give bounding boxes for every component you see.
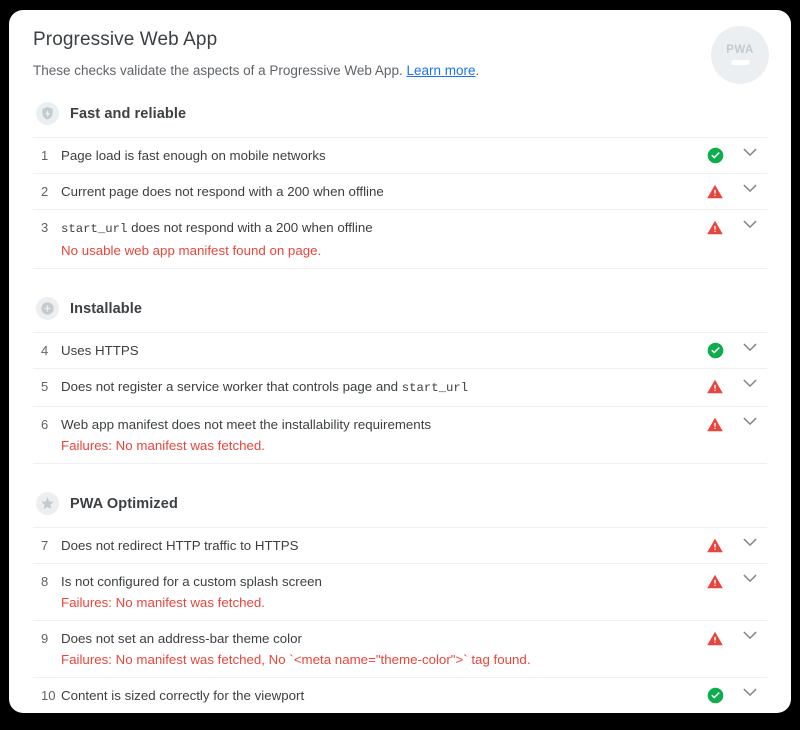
audit-failure-detail: Failures: No manifest was fetched. <box>61 595 265 610</box>
row-content: Does not redirect HTTP traffic to HTTPS <box>61 536 697 555</box>
row-content: Current page does not respond with a 200… <box>61 182 697 201</box>
section-header: PWA Optimized <box>33 484 767 527</box>
learn-more-link[interactable]: Learn more <box>406 63 475 78</box>
status-badge-fail <box>697 218 733 236</box>
audit-title: Page load is fast enough on mobile netwo… <box>61 148 326 163</box>
table-row[interactable]: 7 Does not redirect HTTP traffic to HTTPS <box>33 527 767 563</box>
row-index: 9 <box>41 631 49 646</box>
row-index: 1 <box>41 148 49 163</box>
chevron-down-icon[interactable] <box>733 536 767 547</box>
page-description: These checks validate the aspects of a P… <box>33 62 767 80</box>
audit-title: Is not configured for a custom splash sc… <box>61 574 322 589</box>
table-row[interactable]: 6 Web app manifest does not meet the inst… <box>33 406 767 463</box>
screenshot-stage: Progressive Web App These checks validat… <box>0 0 800 730</box>
row-index: 7 <box>41 538 49 553</box>
page-description-text: These checks validate the aspects of a P… <box>33 63 407 78</box>
audit-row-list: 7 Does not redirect HTTP traffic to HTTPS… <box>33 527 767 713</box>
table-row[interactable]: 5 Does not register a service worker that… <box>33 368 767 406</box>
inline-code: start_url <box>401 381 469 395</box>
plus-circle-icon <box>36 297 59 320</box>
status-badge-fail <box>697 415 733 433</box>
table-row[interactable]: 4 Uses HTTPS <box>33 332 767 368</box>
row-content: Does not set an address-bar theme color F… <box>61 629 697 669</box>
row-index: 3 <box>41 220 49 235</box>
audit-title: start_url does not respond with a 200 wh… <box>61 220 373 236</box>
inline-code: start_url <box>61 222 128 236</box>
chevron-down-icon[interactable] <box>733 182 767 193</box>
section-title: Fast and reliable <box>70 105 187 122</box>
table-row[interactable]: 3 start_url does not respond with a 200 w… <box>33 209 767 268</box>
audit-row-list: 1 Page load is fast enough on mobile netw… <box>33 137 767 268</box>
table-row[interactable]: 8 Is not configured for a custom splash s… <box>33 563 767 620</box>
chevron-down-icon[interactable] <box>733 218 767 229</box>
pwa-badge-dash <box>730 60 750 65</box>
audit-failure-detail: No usable web app manifest found on page… <box>61 243 322 258</box>
section-fast-and-reliable: Fast and reliable 1 Page load is fast enou… <box>33 94 767 287</box>
audit-title: Web app manifest does not meet the insta… <box>61 417 432 432</box>
status-badge-fail <box>697 182 733 200</box>
section-title: Installable <box>70 300 143 317</box>
section-header: Fast and reliable <box>33 94 767 137</box>
chevron-down-icon[interactable] <box>733 146 767 157</box>
page-description-suffix: . <box>475 63 480 78</box>
table-row[interactable]: 1 Page load is fast enough on mobile netw… <box>33 137 767 173</box>
chevron-down-icon[interactable] <box>733 686 767 697</box>
chevron-down-icon[interactable] <box>733 377 767 388</box>
row-content: Page load is fast enough on mobile netwo… <box>61 146 697 165</box>
page-title: Progressive Web App <box>33 29 218 50</box>
status-badge-fail <box>697 629 733 647</box>
table-row[interactable]: 9 Does not set an address-bar theme color… <box>33 620 767 677</box>
audit-title: Does not register a service worker that … <box>61 379 469 395</box>
status-badge-fail <box>697 572 733 590</box>
row-content: Does not register a service worker that … <box>61 377 697 398</box>
row-content: Content is sized correctly for the viewp… <box>61 686 697 705</box>
audit-failure-detail: Failures: No manifest was fetched, No `<… <box>61 652 531 667</box>
row-content: start_url does not respond with a 200 wh… <box>61 218 697 260</box>
row-index: 10 <box>41 688 56 703</box>
bolt-shield-icon <box>36 102 59 125</box>
audit-title: Does not set an address-bar theme color <box>61 631 302 646</box>
table-row[interactable]: 2 Current page does not respond with a 20… <box>33 173 767 209</box>
pwa-report-card: Progressive Web App These checks validat… <box>9 10 791 713</box>
status-badge-pass <box>697 341 733 359</box>
status-badge-pass <box>697 686 733 704</box>
chevron-down-icon[interactable] <box>733 341 767 352</box>
status-badge-fail <box>697 536 733 554</box>
chevron-down-icon[interactable] <box>733 629 767 640</box>
pwa-badge-label: PWA <box>726 44 754 56</box>
row-content: Uses HTTPS <box>61 341 697 360</box>
section-header: Installable <box>33 289 767 332</box>
audit-title: Current page does not respond with a 200… <box>61 184 384 199</box>
star-icon <box>36 492 59 515</box>
row-index: 8 <box>41 574 49 589</box>
audit-title: Content is sized correctly for the viewp… <box>61 688 305 703</box>
audit-title: Does not redirect HTTP traffic to HTTPS <box>61 538 299 553</box>
row-content: Is not configured for a custom splash sc… <box>61 572 697 612</box>
row-index: 5 <box>41 379 49 394</box>
chevron-down-icon[interactable] <box>733 415 767 426</box>
audit-row-list: 4 Uses HTTPS 5 Does not register a service … <box>33 332 767 463</box>
report-header: Progressive Web App These checks validat… <box>33 28 767 80</box>
table-row[interactable]: 10 Content is sized correctly for the vie… <box>33 677 767 713</box>
row-index: 2 <box>41 184 49 199</box>
pwa-score-badge: PWA <box>711 26 769 84</box>
status-badge-pass <box>697 146 733 164</box>
audit-sections: Fast and reliable 1 Page load is fast enou… <box>33 94 767 713</box>
section-installable: Installable 4 Uses HTTPS 5 Does not register… <box>33 289 767 482</box>
chevron-down-icon[interactable] <box>733 572 767 583</box>
audit-title: Uses HTTPS <box>61 343 139 358</box>
row-index: 4 <box>41 343 49 358</box>
audit-failure-detail: Failures: No manifest was fetched. <box>61 438 265 453</box>
row-content: Web app manifest does not meet the insta… <box>61 415 697 455</box>
section-pwa-optimized: PWA Optimized 7 Does not redirect HTTP tra… <box>33 484 767 713</box>
row-index: 6 <box>41 417 49 432</box>
section-title: PWA Optimized <box>70 495 178 512</box>
status-badge-fail <box>697 377 733 395</box>
